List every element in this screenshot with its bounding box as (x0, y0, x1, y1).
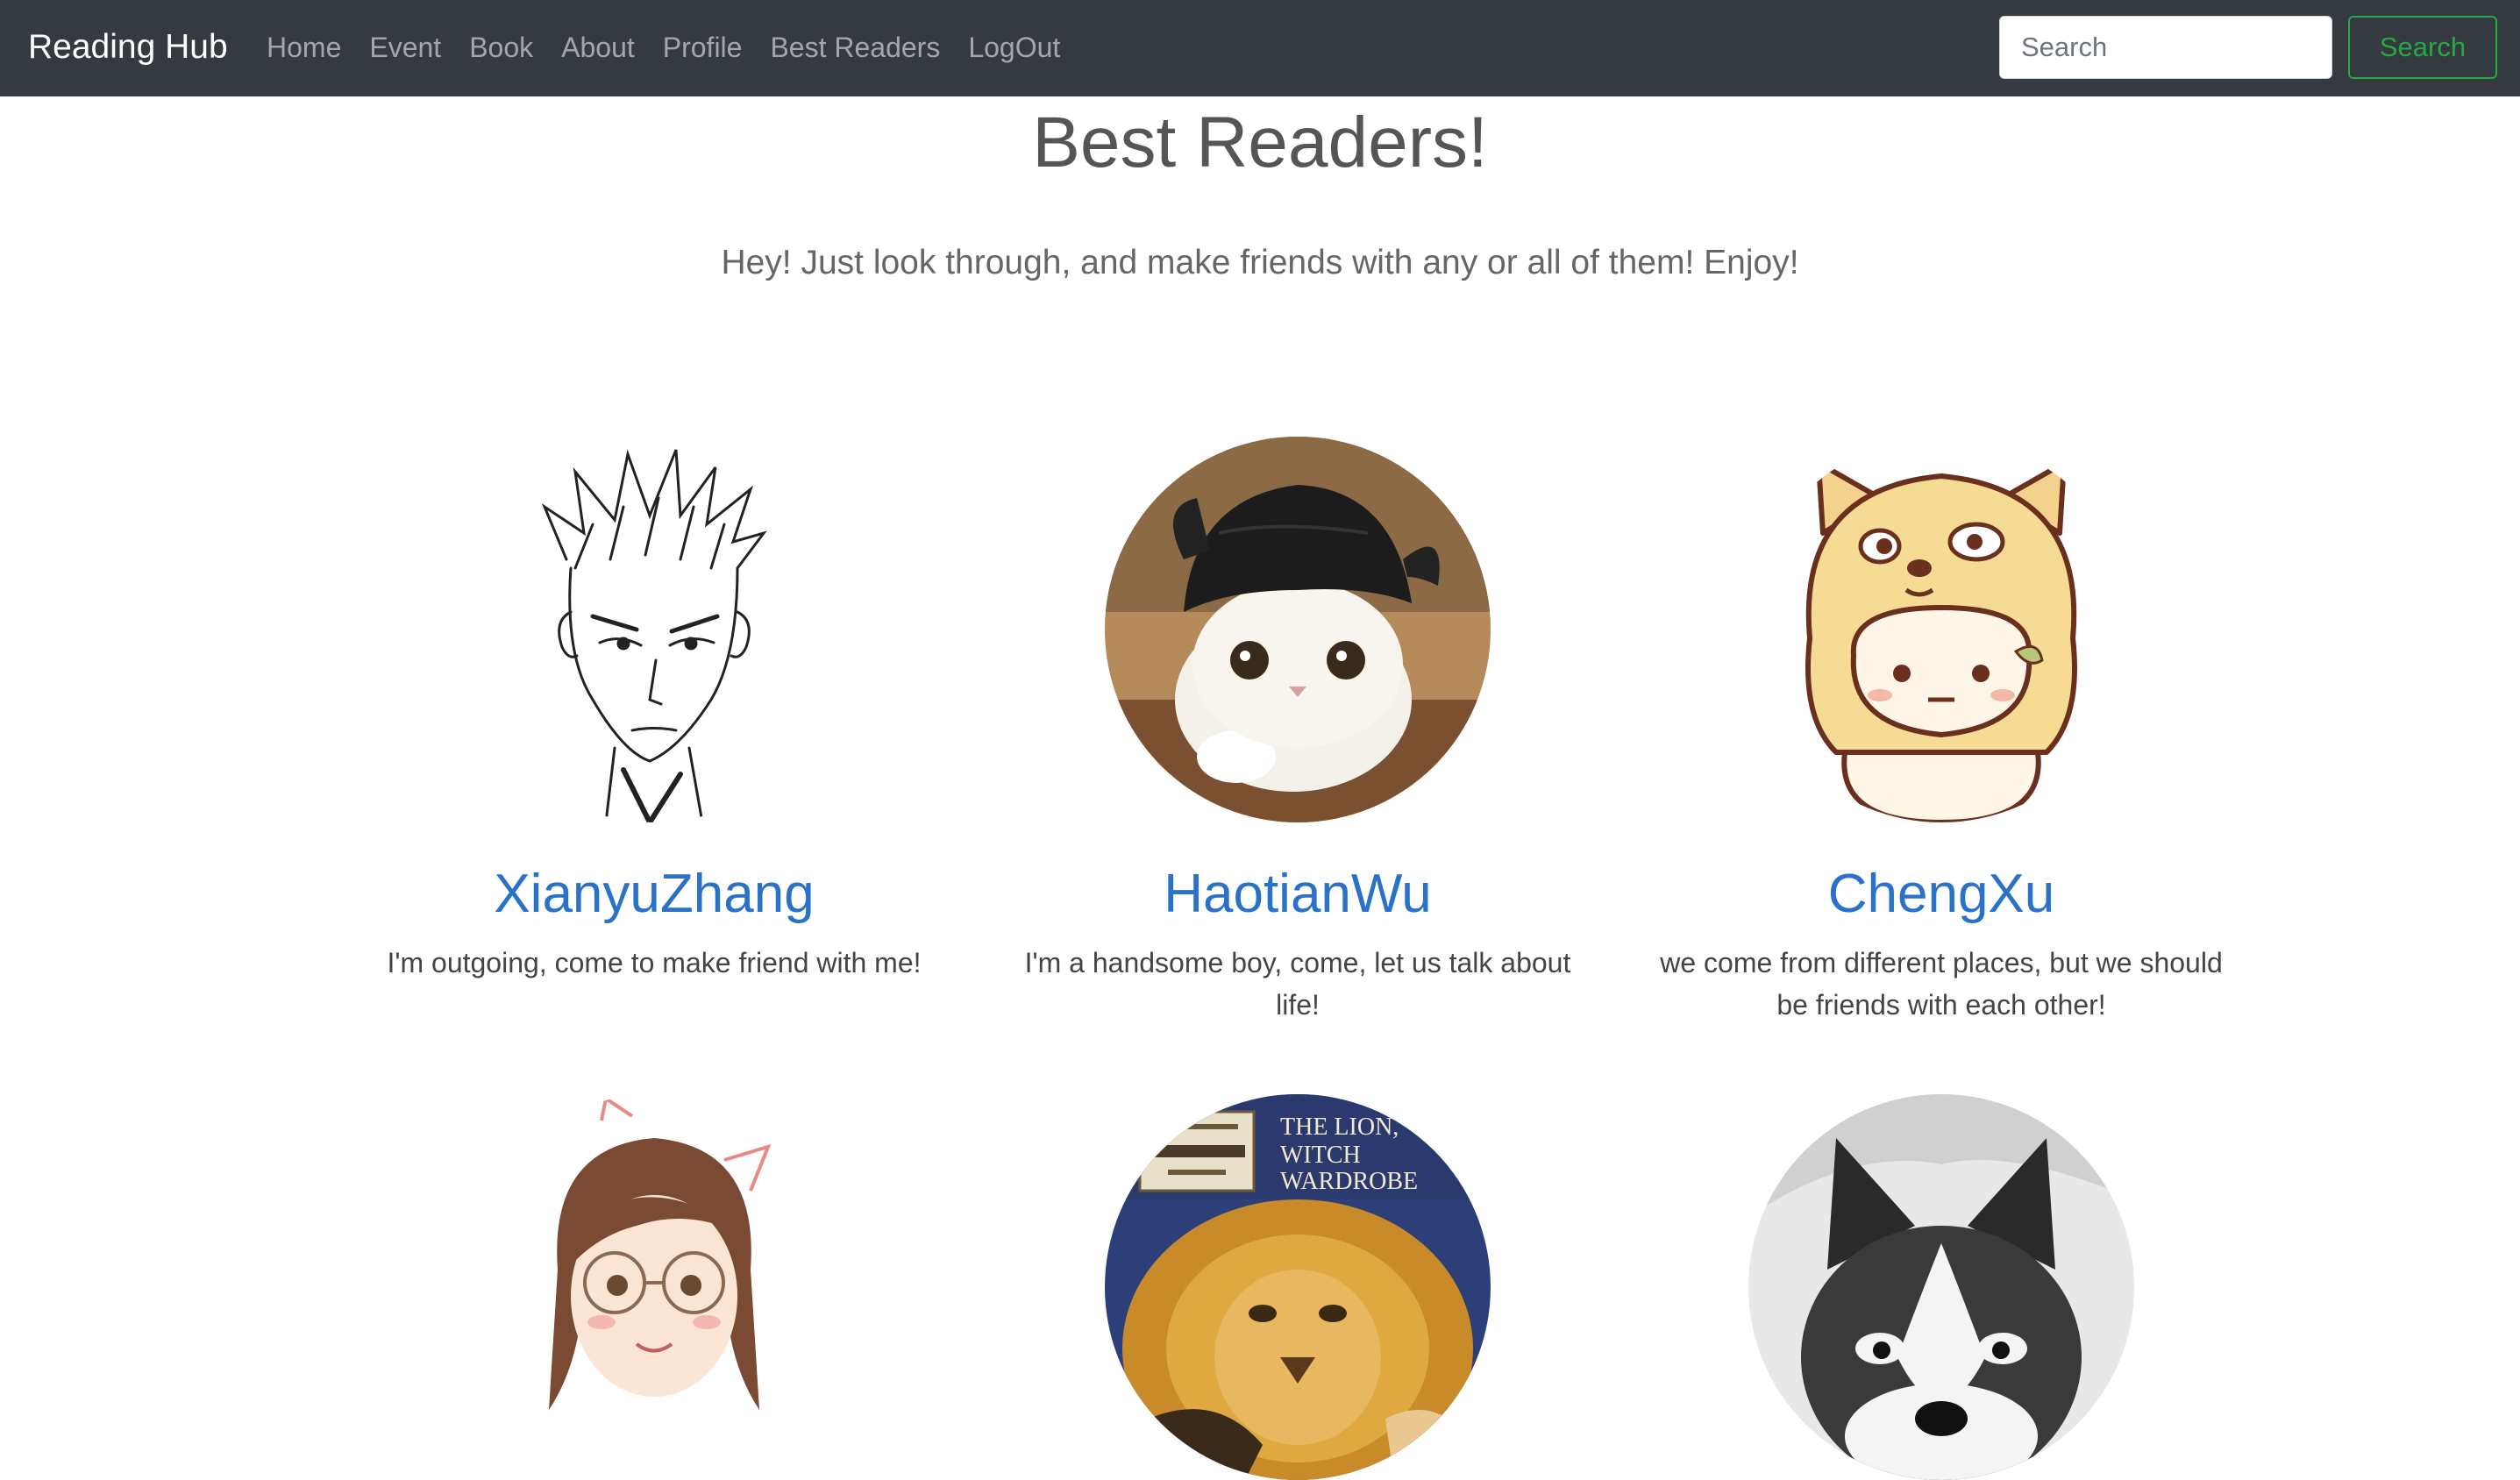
anime-boy-sketch-avatar[interactable] (461, 437, 847, 822)
anime-girl-glasses-avatar[interactable] (461, 1094, 847, 1480)
navbar: Reading Hub Home Event Book About Profil… (0, 0, 2520, 96)
nav-links: Home Event Book About Profile Best Reade… (251, 23, 1074, 72)
cat-in-hat-avatar[interactable] (1105, 437, 1491, 822)
reader-bio: we come from different places, but we sh… (1660, 947, 2223, 1021)
reader-name[interactable]: HaotianWu (1000, 859, 1596, 929)
nav-profile[interactable]: Profile (649, 23, 757, 72)
brand-logo[interactable]: Reading Hub (28, 23, 228, 72)
search-button[interactable]: Search (2348, 16, 2497, 79)
search-input[interactable] (1999, 16, 2332, 79)
nav-about[interactable]: About (547, 23, 649, 72)
reader-name[interactable]: ChengXu (1643, 859, 2239, 929)
reader-bio: I'm a handsome boy, come, let us talk ab… (1024, 947, 1571, 1021)
cover-title-line-2: WITCH (1280, 1142, 1361, 1169)
nav-home[interactable]: Home (251, 23, 355, 72)
nav-book[interactable]: Book (455, 23, 547, 72)
shiba-hood-cartoon-avatar[interactable] (1748, 437, 2134, 822)
reader-name[interactable]: XianyuZhang (356, 859, 952, 929)
cover-title-line-3: WARDROBE (1280, 1168, 1418, 1195)
nav-event[interactable]: Event (355, 23, 455, 72)
reader-bio: I'm outgoing, come to make friend with m… (387, 947, 922, 978)
narnia-book-cover-avatar[interactable]: THE LION, WITCH WARDROBE (1105, 1094, 1491, 1480)
husky-puppy-avatar[interactable] (1748, 1094, 2134, 1480)
nav-logout[interactable]: LogOut (954, 23, 1074, 72)
nav-best-readers[interactable]: Best Readers (756, 23, 954, 72)
cover-title-line-1: THE LION, (1280, 1114, 1399, 1141)
page-subtitle: Hey! Just look through, and make friends… (721, 244, 1799, 281)
page-title: Best Readers! (1032, 103, 1488, 182)
